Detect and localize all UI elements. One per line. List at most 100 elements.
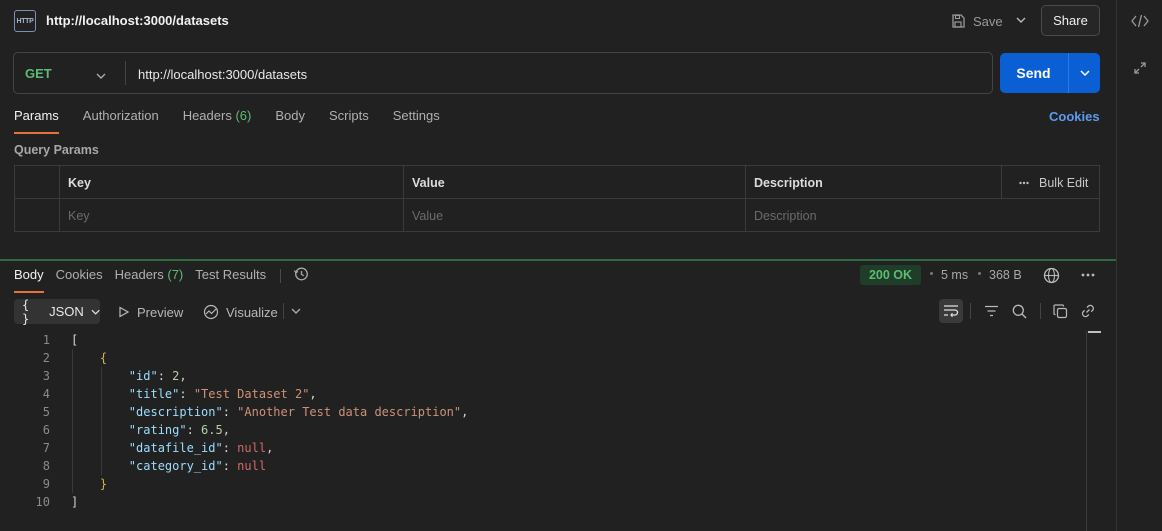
tab-authorization[interactable]: Authorization xyxy=(83,108,159,134)
code-token: , xyxy=(266,441,274,455)
code-line: 7 "datafile_id": null, xyxy=(0,441,1080,459)
chevron-down-icon xyxy=(91,309,100,315)
response-tab-test-results[interactable]: Test Results xyxy=(195,267,266,289)
toolbar-separator xyxy=(283,303,284,319)
response-tabs: Body Cookies Headers (7) Test Results xyxy=(14,266,309,293)
code-token: { xyxy=(99,351,108,365)
code-line: 4 "title": "Test Dataset 2", xyxy=(0,387,1080,405)
value-input[interactable]: Value xyxy=(404,199,742,232)
code-text: ] xyxy=(71,495,78,509)
code-token: : xyxy=(222,459,238,473)
globe-icon[interactable] xyxy=(1042,266,1060,284)
send-options-chevron-down-icon[interactable] xyxy=(1069,53,1100,93)
visualize-chevron-down-icon[interactable] xyxy=(287,302,305,320)
save-button[interactable]: Save xyxy=(950,10,1003,32)
response-body-editor[interactable]: 1[2 {3 "id": 2, 4 "title": "Test Dataset … xyxy=(0,331,1100,531)
description-input[interactable]: Description xyxy=(746,199,1086,232)
code-token: 6.5 xyxy=(201,423,223,437)
column-divider xyxy=(1001,166,1002,199)
wrap-lines-button[interactable] xyxy=(939,299,963,323)
code-text: { xyxy=(71,351,107,365)
tab-scripts[interactable]: Scripts xyxy=(329,108,369,134)
code-line: 6 "rating": 6.5, xyxy=(0,423,1080,441)
copy-icon[interactable] xyxy=(1051,302,1069,320)
code-token: , xyxy=(222,423,230,437)
wrap-lines-icon xyxy=(944,305,959,318)
tab-headers[interactable]: Headers (6) xyxy=(183,108,252,134)
key-input[interactable]: Key xyxy=(60,199,400,232)
save-icon xyxy=(952,14,965,28)
code-text: } xyxy=(71,477,107,491)
code-line: 8 "category_id": null xyxy=(0,459,1080,477)
editor-scrollbar[interactable] xyxy=(1086,331,1101,531)
method-chevron-down-icon[interactable] xyxy=(96,67,106,82)
code-line: 3 "id": 2, xyxy=(0,369,1080,387)
preview-button[interactable]: Preview xyxy=(118,302,183,322)
toolbar-separator xyxy=(1040,303,1041,319)
code-token: null xyxy=(237,459,267,473)
tab-params[interactable]: Params xyxy=(14,108,59,134)
postman-window: HTTP http://localhost:3000/datasets Save… xyxy=(0,0,1162,531)
visualize-icon xyxy=(203,304,219,320)
line-number: 3 xyxy=(42,369,50,383)
code-token: : xyxy=(157,369,173,383)
table-row: Key Value Description xyxy=(15,199,1099,232)
tab-settings[interactable]: Settings xyxy=(393,108,440,134)
status-badge[interactable]: 200 OK xyxy=(860,265,921,285)
related-collections-icon[interactable] xyxy=(1131,59,1149,77)
line-number: 6 xyxy=(42,423,50,437)
code-token: "category_id" xyxy=(128,459,223,473)
save-label: Save xyxy=(973,13,1003,29)
code-token: : xyxy=(179,387,194,401)
format-select[interactable]: { } JSON xyxy=(14,298,100,326)
bulk-edit-label: Bulk Edit xyxy=(1039,175,1089,190)
code-text: "datafile_id": null, xyxy=(71,441,274,455)
column-header-value: Value xyxy=(412,175,445,190)
line-number: 9 xyxy=(42,477,50,491)
visualize-button[interactable]: Visualize xyxy=(203,302,278,322)
code-token: : xyxy=(186,423,202,437)
toolbar-separator xyxy=(970,303,971,319)
pane-resize-handle[interactable] xyxy=(0,259,1116,261)
response-size[interactable]: 368 B xyxy=(989,268,1022,282)
preview-label: Preview xyxy=(137,304,184,320)
code-token: , xyxy=(179,369,187,383)
code-text: "description": "Another Test data descri… xyxy=(71,405,469,419)
separator-dot xyxy=(930,272,933,275)
history-icon[interactable] xyxy=(293,266,309,285)
code-token: ] xyxy=(71,495,79,509)
more-options-icon[interactable] xyxy=(1079,266,1097,284)
share-button[interactable]: Share xyxy=(1041,5,1100,36)
cookies-link[interactable]: Cookies xyxy=(1049,109,1100,124)
column-header-key: Key xyxy=(68,175,91,190)
line-number: 1 xyxy=(42,333,50,347)
code-token: , xyxy=(461,405,469,419)
tab-separator xyxy=(280,269,282,283)
right-sidebar xyxy=(1116,0,1162,531)
response-tab-body[interactable]: Body xyxy=(14,267,44,293)
send-button[interactable]: Send xyxy=(1000,53,1067,93)
code-line: 5 "description": "Another Test data desc… xyxy=(0,405,1080,423)
response-tab-cookies[interactable]: Cookies xyxy=(56,267,103,289)
code-text: "id": 2, xyxy=(71,369,187,383)
query-params-table: Key Value Description Bulk Edit Key Valu… xyxy=(14,165,1100,232)
url-input[interactable] xyxy=(138,64,978,84)
request-title[interactable]: http://localhost:3000/datasets xyxy=(46,13,229,28)
table-header-row: Key Value Description Bulk Edit xyxy=(15,166,1099,199)
tab-body[interactable]: Body xyxy=(275,108,305,134)
separator-dot xyxy=(978,272,981,275)
method-select[interactable]: GET xyxy=(25,66,52,81)
filter-icon[interactable] xyxy=(982,302,1000,320)
code-text: "title": "Test Dataset 2", xyxy=(71,387,317,401)
code-snippet-icon[interactable] xyxy=(1131,12,1149,30)
save-options-chevron-down-icon[interactable] xyxy=(1014,12,1028,28)
response-time[interactable]: 5 ms xyxy=(941,268,968,282)
response-tab-headers[interactable]: Headers (7) xyxy=(115,267,184,289)
column-divider xyxy=(59,166,60,231)
link-icon[interactable] xyxy=(1079,302,1097,320)
bulk-edit-button[interactable]: Bulk Edit xyxy=(1019,166,1088,199)
line-number: 5 xyxy=(42,405,50,419)
search-icon[interactable] xyxy=(1010,302,1028,320)
